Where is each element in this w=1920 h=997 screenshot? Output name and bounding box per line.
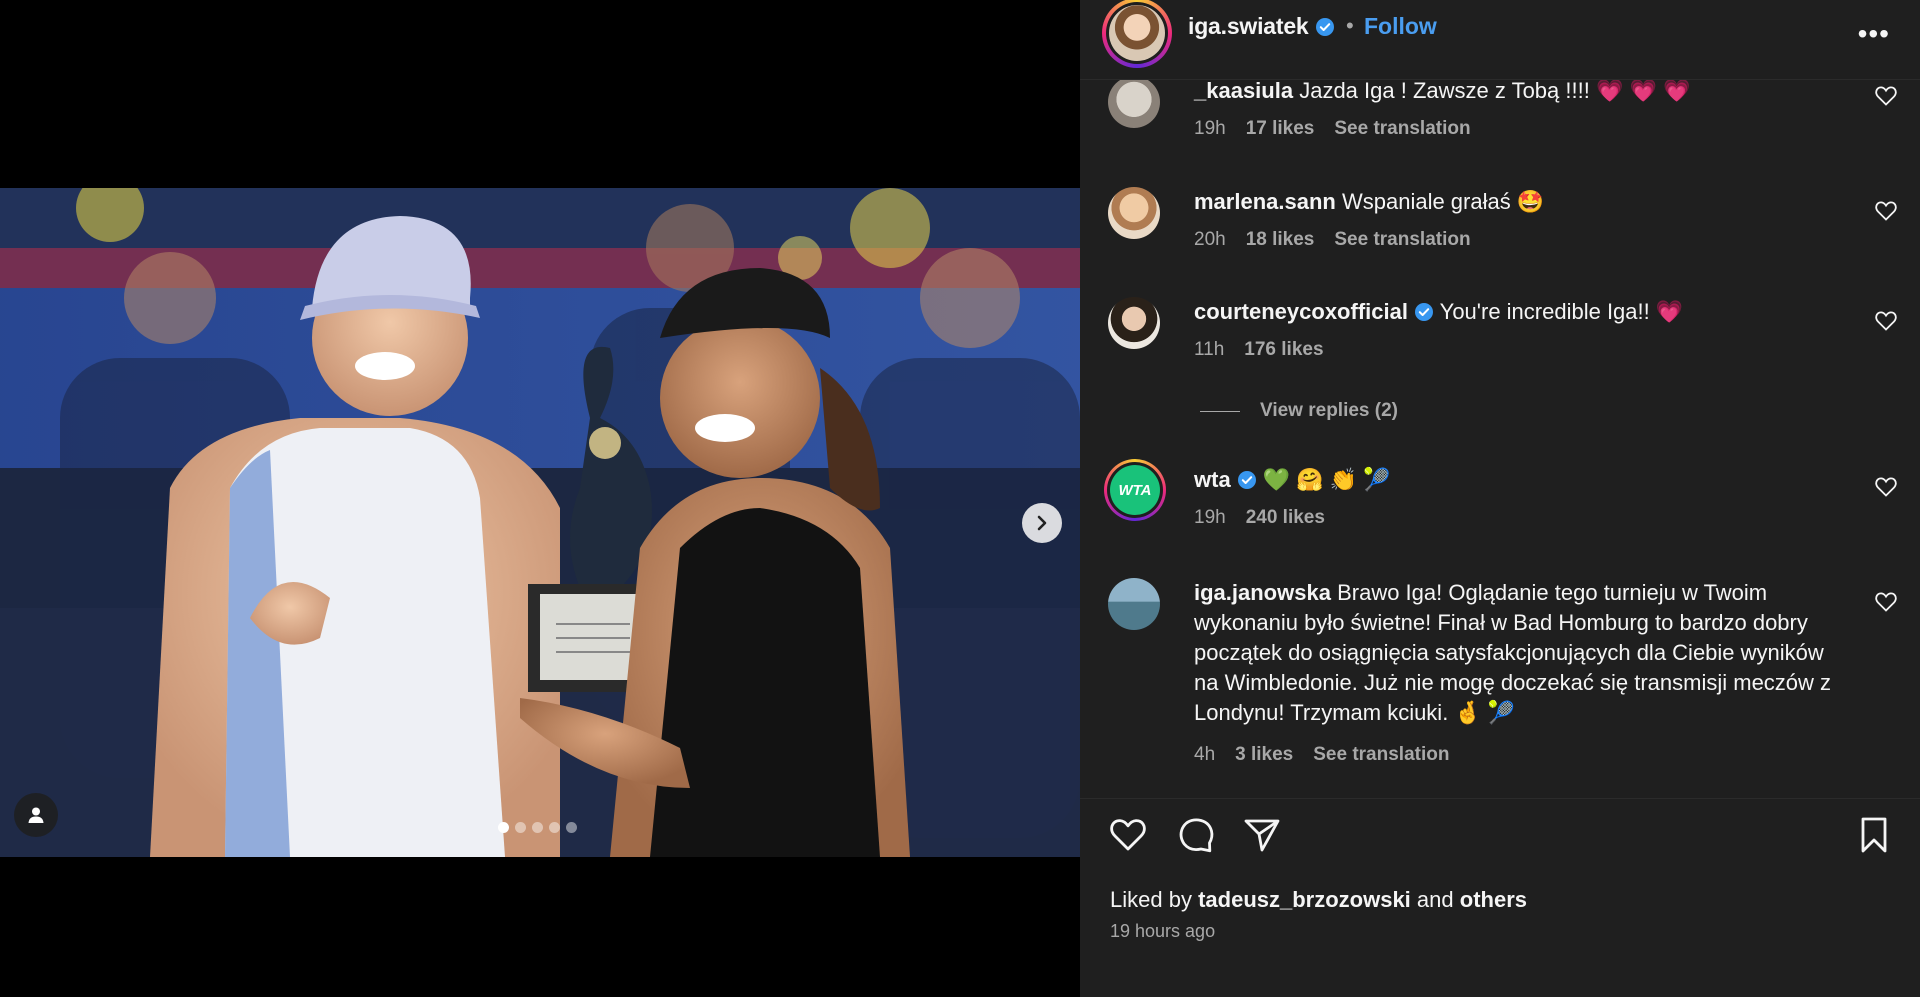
- like-comment-heart-icon[interactable]: [1874, 590, 1898, 614]
- comment-likes[interactable]: 18 likes: [1246, 229, 1315, 251]
- story-ring-avatar[interactable]: WTA: [1104, 459, 1166, 521]
- comment-username[interactable]: wta: [1194, 467, 1231, 492]
- avatar[interactable]: [1108, 187, 1160, 239]
- comment-likes[interactable]: 240 likes: [1246, 507, 1325, 529]
- comment-text: Wspaniale grałaś 🤩: [1341, 189, 1545, 214]
- liked-by-and: and: [1416, 887, 1454, 912]
- comment-text-wrap: wta 💚 🤗 👏 🎾: [1194, 465, 1854, 495]
- carousel-dot: [515, 822, 526, 833]
- carousel-indicator: [498, 822, 577, 833]
- comment-text-wrap: marlena.sann Wspaniale grałaś 🤩: [1194, 187, 1854, 217]
- follow-button[interactable]: Follow: [1364, 13, 1437, 40]
- comment-meta: 4h 3 likes See translation: [1194, 744, 1449, 766]
- header-username-wrap: iga.swiatek: [1188, 13, 1335, 40]
- post-photo[interactable]: [0, 188, 1080, 857]
- post-side-panel: iga.swiatek • Follow ••• _kaasiula Jazda…: [1080, 0, 1920, 997]
- comment-text-wrap: courteneycoxofficial You're incredible I…: [1194, 297, 1854, 327]
- carousel-dot: [566, 822, 577, 833]
- story-ring-avatar[interactable]: [1102, 0, 1172, 68]
- comment-text: You're incredible Iga!! 💗: [1439, 299, 1684, 324]
- post-media: [0, 0, 1080, 997]
- avatar[interactable]: [1108, 297, 1160, 349]
- like-comment-heart-icon[interactable]: [1874, 84, 1898, 108]
- comment-time: 20h: [1194, 229, 1226, 250]
- verified-badge-icon: [1315, 18, 1334, 36]
- comment-time: 4h: [1194, 744, 1216, 765]
- post-header: iga.swiatek • Follow •••: [1080, 0, 1920, 80]
- comment-text-wrap: iga.janowska Brawo Iga! Oglądanie tego t…: [1194, 578, 1854, 728]
- liked-by-user-link[interactable]: tadeusz_brzozowski: [1198, 887, 1411, 912]
- post-timestamp: 19 hours ago: [1110, 921, 1216, 941]
- comment-meta: 20h 18 likes See translation: [1194, 229, 1471, 251]
- more-options-icon[interactable]: •••: [1858, 18, 1890, 50]
- post-author-username[interactable]: iga.swiatek: [1188, 13, 1309, 39]
- replies-divider: [1200, 410, 1240, 412]
- comment-username[interactable]: courteneycoxofficial: [1194, 299, 1408, 324]
- avatar: [1109, 5, 1165, 61]
- see-translation-link[interactable]: See translation: [1334, 118, 1470, 140]
- avatar[interactable]: [1108, 80, 1160, 128]
- carousel-dot: [498, 822, 509, 833]
- post-action-bar: [1080, 798, 1920, 864]
- comment-time: 19h: [1194, 118, 1226, 139]
- comment-meta: 11h 176 likes: [1194, 339, 1324, 361]
- comment-username[interactable]: _kaasiula: [1194, 80, 1293, 103]
- comment-likes[interactable]: 3 likes: [1235, 744, 1293, 766]
- person-icon: [28, 807, 44, 823]
- chevron-right-icon: [1037, 515, 1047, 531]
- comment-likes[interactable]: 17 likes: [1246, 118, 1315, 140]
- comment-bubble-icon[interactable]: [1176, 815, 1216, 855]
- wta-logo: WTA: [1110, 465, 1160, 515]
- like-comment-heart-icon[interactable]: [1874, 475, 1898, 499]
- comment-text: 💚 🤗 👏 🎾: [1262, 467, 1391, 492]
- tagged-users-button[interactable]: [14, 793, 58, 837]
- like-comment-heart-icon[interactable]: [1874, 309, 1898, 333]
- carousel-dot: [549, 822, 560, 833]
- save-bookmark-icon[interactable]: [1854, 815, 1894, 855]
- comment-text-wrap: _kaasiula Jazda Iga ! Zawsze z Tobą !!!!…: [1194, 80, 1854, 106]
- header-separator: •: [1346, 13, 1354, 38]
- share-send-icon[interactable]: [1242, 815, 1282, 855]
- see-translation-link[interactable]: See translation: [1334, 229, 1470, 251]
- comment-username[interactable]: iga.janowska: [1194, 580, 1331, 605]
- comments-list[interactable]: _kaasiula Jazda Iga ! Zawsze z Tobą !!!!…: [1080, 80, 1920, 798]
- comment-meta: 19h 17 likes See translation: [1194, 118, 1471, 140]
- comment-time: 11h: [1194, 339, 1225, 360]
- see-translation-link[interactable]: See translation: [1313, 744, 1449, 766]
- comment-username[interactable]: marlena.sann: [1194, 189, 1336, 214]
- verified-badge-icon: [1237, 471, 1256, 489]
- liked-by-summary: Liked by tadeusz_brzozowski and others: [1110, 887, 1527, 913]
- next-slide-button[interactable]: [1022, 503, 1062, 543]
- comment-text: Jazda Iga ! Zawsze z Tobą !!!! 💗 💗 💗: [1299, 80, 1691, 103]
- like-heart-icon[interactable]: [1108, 815, 1148, 855]
- comment-meta: 19h 240 likes: [1194, 507, 1325, 529]
- view-replies-button[interactable]: View replies (2): [1200, 400, 1398, 422]
- like-comment-heart-icon[interactable]: [1874, 199, 1898, 223]
- avatar[interactable]: [1108, 578, 1160, 630]
- photo-illustration: [0, 188, 1080, 857]
- comment-likes[interactable]: 176 likes: [1244, 339, 1323, 361]
- liked-by-others-link[interactable]: others: [1460, 887, 1527, 912]
- carousel-dot: [532, 822, 543, 833]
- view-replies-label: View replies (2): [1260, 400, 1398, 421]
- verified-badge-icon: [1414, 303, 1433, 321]
- comment-time: 19h: [1194, 507, 1226, 528]
- liked-by-prefix: Liked by: [1110, 887, 1192, 912]
